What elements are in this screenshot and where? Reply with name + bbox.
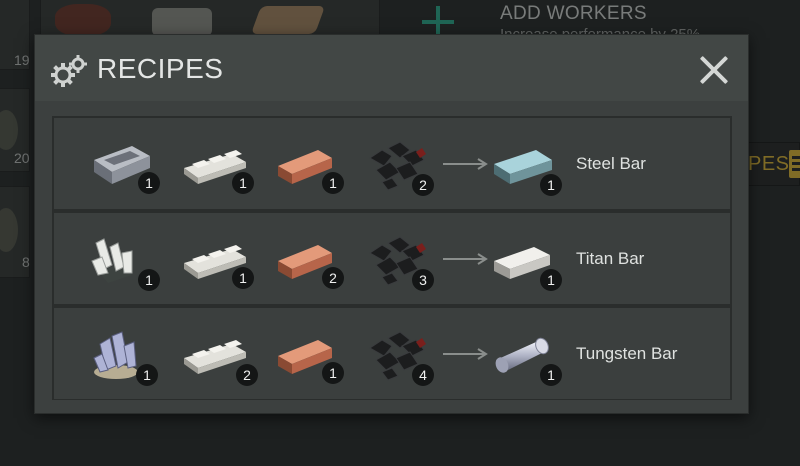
- close-button[interactable]: [695, 51, 733, 89]
- recipe-ingredient: 2: [274, 227, 344, 291]
- arrow-right-icon: [443, 348, 488, 360]
- quantity-badge: 1: [138, 269, 160, 291]
- recipe-ingredient: 2: [180, 322, 258, 386]
- quantity-badge: 1: [232, 172, 254, 194]
- recipe-result: 1: [490, 227, 562, 291]
- quantity-badge: 1: [138, 172, 160, 194]
- recipe-ingredient: 1: [88, 227, 160, 291]
- quantity-badge: 3: [412, 269, 434, 291]
- recipe-ingredient: 1: [88, 322, 158, 386]
- modal-header: RECIPES: [35, 35, 748, 101]
- gears-icon: [51, 55, 87, 87]
- quantity-badge: 1: [322, 362, 344, 384]
- recipe-ingredient: 1: [274, 132, 344, 196]
- recipe-result-name: Titan Bar: [576, 249, 645, 268]
- quantity-badge: 1: [540, 174, 562, 196]
- recipe-ingredient: 4: [362, 322, 434, 386]
- quantity-badge: 4: [412, 364, 434, 386]
- recipe-row-tungsten-bar[interactable]: 1 2 1 4 1 Tungsten Bar: [54, 308, 730, 399]
- recipe-ingredient: 3: [362, 227, 434, 291]
- quantity-badge: 1: [232, 267, 254, 289]
- quantity-badge: 1: [322, 172, 344, 194]
- arrow-right-icon: [443, 158, 488, 170]
- recipe-row-steel-bar[interactable]: 1 1 1 2 1 Steel Bar: [54, 118, 730, 209]
- quantity-badge: 2: [236, 364, 258, 386]
- modal-title: RECIPES: [97, 53, 224, 84]
- recipe-ingredient: 1: [88, 132, 160, 196]
- quantity-badge: 1: [540, 364, 562, 386]
- recipe-ingredient: 2: [362, 132, 434, 196]
- recipe-list: 1 1 1 2 1 Steel Bar 1 1 2 3 1 Titan Bar …: [52, 116, 732, 400]
- quantity-badge: 2: [322, 267, 344, 289]
- recipe-ingredient: 1: [180, 227, 254, 291]
- recipe-ingredient: 1: [180, 132, 254, 196]
- recipes-modal: RECIPES 1 1 1 2 1 Steel Bar 1 1 2 3 1 Ti…: [34, 34, 749, 414]
- arrow-right-icon: [443, 253, 488, 265]
- recipe-row-titan-bar[interactable]: 1 1 2 3 1 Titan Bar: [54, 213, 730, 304]
- recipe-result: 1: [490, 322, 562, 386]
- recipe-result-name: Tungsten Bar: [576, 344, 678, 363]
- quantity-badge: 1: [540, 269, 562, 291]
- quantity-badge: 1: [136, 364, 158, 386]
- recipe-result: 1: [490, 132, 562, 196]
- recipe-ingredient: 1: [274, 322, 344, 386]
- quantity-badge: 2: [412, 174, 434, 196]
- recipe-result-name: Steel Bar: [576, 154, 646, 173]
